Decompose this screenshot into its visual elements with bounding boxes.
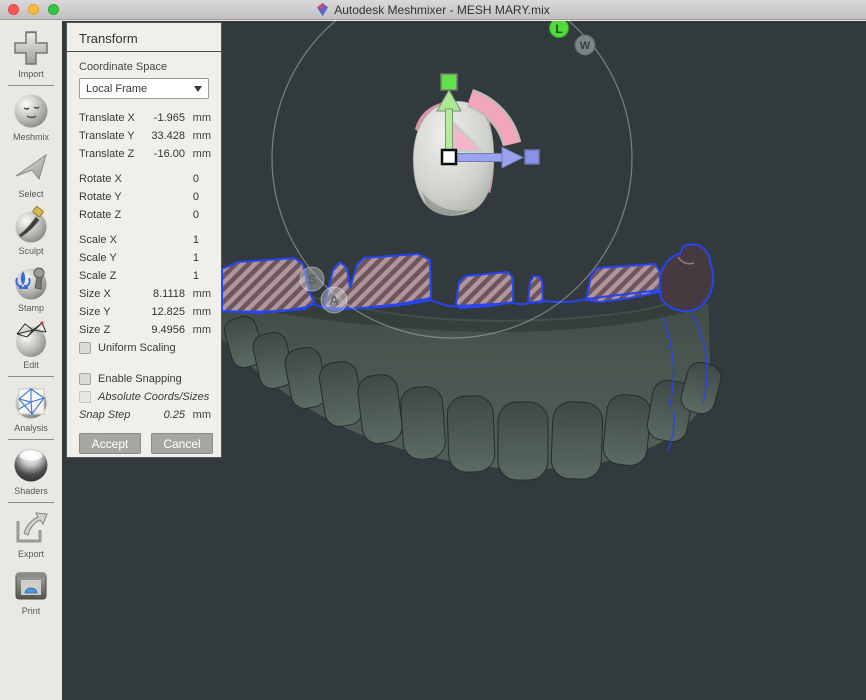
rotate-x-row[interactable]: Rotate X 0 [67, 170, 221, 188]
accept-button[interactable]: Accept [79, 433, 141, 454]
scale-y-row[interactable]: Scale Y 1 [67, 249, 221, 267]
scale-x-row[interactable]: Scale X 1 [67, 231, 221, 249]
enable-snapping-row: Enable Snapping [67, 370, 221, 388]
sculpt-brush-icon [11, 205, 51, 245]
dental-arch-model[interactable] [222, 244, 724, 480]
snap-step-row: Snap Step 0.25 mm [67, 406, 221, 424]
svg-text:W: W [580, 40, 591, 52]
translate-y-row[interactable]: Translate Y 33.428 mm [67, 127, 221, 145]
sidebar-item-import[interactable]: Import [0, 26, 62, 83]
cancel-button[interactable]: Cancel [151, 433, 213, 454]
absolute-coords-label: Absolute Coords/Sizes [98, 391, 209, 403]
transform-panel: Transform Coordinate Space Local Frame T… [66, 22, 222, 458]
sidebar-item-sculpt[interactable]: Sculpt [0, 203, 62, 260]
panel-title: Transform [67, 23, 221, 51]
select-arrow-icon [11, 148, 51, 188]
meshmixer-logo-icon [316, 3, 329, 16]
sidebar-item-select[interactable]: Select [0, 146, 62, 203]
snap-step-value[interactable]: 0.25 [141, 409, 185, 421]
analysis-mesh-icon [11, 382, 51, 422]
axis-y-scale-handle[interactable] [441, 74, 457, 90]
import-plus-icon [11, 28, 51, 68]
coordinate-space-select[interactable]: Local Frame [79, 78, 209, 99]
coordinate-space-label: Coordinate Space [67, 52, 221, 76]
window-controls [8, 4, 59, 15]
enable-snapping-checkbox[interactable] [79, 373, 91, 385]
badge-screen[interactable]: S [300, 267, 324, 291]
svg-text:L: L [555, 22, 562, 36]
minimize-window-button[interactable] [28, 4, 39, 15]
uniform-scaling-label: Uniform Scaling [98, 342, 176, 354]
size-x-row[interactable]: Size X 8.1118 mm [67, 285, 221, 303]
size-z-row[interactable]: Size Z 9.4956 mm [67, 321, 221, 339]
title-bar: Autodesk Meshmixer - MESH MARY.mix [0, 0, 866, 20]
badge-accept[interactable]: A [321, 287, 347, 313]
sidebar-item-analysis[interactable]: Analysis [0, 380, 62, 437]
axis-y-arrowhead[interactable] [437, 90, 461, 111]
sidebar-item-label: Sculpt [18, 246, 43, 256]
window-title-wrap: Autodesk Meshmixer - MESH MARY.mix [0, 3, 866, 17]
uniform-scaling-row: Uniform Scaling [67, 339, 221, 357]
absolute-coords-row: Absolute Coords/Sizes [67, 388, 221, 406]
sidebar-item-edit[interactable]: Edit [0, 317, 62, 374]
sidebar-item-label: Meshmix [13, 132, 49, 142]
svg-text:S: S [307, 271, 316, 287]
sidebar-item-label: Export [18, 549, 44, 559]
sidebar-item-label: Import [18, 69, 44, 79]
size-y-row[interactable]: Size Y 12.825 mm [67, 303, 221, 321]
panel-buttons: Accept Cancel [79, 433, 221, 454]
print-3dprinter-icon [11, 565, 51, 605]
edit-wireframe-icon [11, 319, 51, 359]
sidebar-item-label: Stamp [18, 303, 44, 313]
enable-snapping-label: Enable Snapping [98, 373, 182, 385]
sidebar-separator [8, 85, 54, 86]
sidebar-separator [8, 376, 54, 377]
badge-world-frame[interactable]: W [575, 35, 595, 55]
svg-text:A: A [329, 292, 339, 308]
snap-step-unit: mm [185, 409, 211, 421]
gizmo-origin-handle[interactable] [442, 150, 456, 164]
dropdown-arrow-icon [194, 86, 202, 92]
scale-z-row[interactable]: Scale Z 1 [67, 267, 221, 285]
uniform-scaling-checkbox[interactable] [79, 342, 91, 354]
axis-x-arrowhead[interactable] [502, 147, 523, 168]
rotate-y-row[interactable]: Rotate Y 0 [67, 188, 221, 206]
sidebar-separator [8, 502, 54, 503]
meshmix-sphere-icon [11, 91, 51, 131]
badge-local-frame[interactable]: L [550, 21, 569, 38]
sidebar-item-stamp[interactable]: Stamp [0, 260, 62, 317]
sidebar-separator [8, 439, 54, 440]
absolute-coords-checkbox[interactable] [79, 391, 91, 403]
sidebar-item-label: Print [22, 606, 41, 616]
coordinate-space-value: Local Frame [86, 83, 147, 95]
tool-sidebar: Import Meshmix Select [0, 21, 62, 700]
sidebar-item-print[interactable]: Print [0, 563, 62, 620]
shaders-chrome-icon [11, 445, 51, 485]
translate-x-row[interactable]: Translate X -1.965 mm [67, 109, 221, 127]
export-arrow-icon [11, 508, 51, 548]
section-cut-right-wing[interactable] [660, 244, 713, 311]
rotate-z-row[interactable]: Rotate Z 0 [67, 206, 221, 224]
sidebar-item-label: Edit [23, 360, 39, 370]
axis-x-scale-handle[interactable] [525, 150, 539, 164]
sidebar-item-shaders[interactable]: Shaders [0, 443, 62, 500]
close-window-button[interactable] [8, 4, 19, 15]
stamp-fleur-icon [11, 262, 51, 302]
sidebar-item-label: Select [18, 189, 43, 199]
sidebar-item-label: Analysis [14, 423, 48, 433]
zoom-window-button[interactable] [48, 4, 59, 15]
window-title: Autodesk Meshmixer - MESH MARY.mix [334, 3, 550, 17]
sidebar-item-label: Shaders [14, 486, 48, 496]
sidebar-item-export[interactable]: Export [0, 506, 62, 563]
snap-step-label: Snap Step [79, 409, 141, 421]
translate-z-row[interactable]: Translate Z -16.00 mm [67, 145, 221, 163]
sidebar-item-meshmix[interactable]: Meshmix [0, 89, 62, 146]
axis-x-arrow-shaft[interactable] [454, 154, 502, 162]
